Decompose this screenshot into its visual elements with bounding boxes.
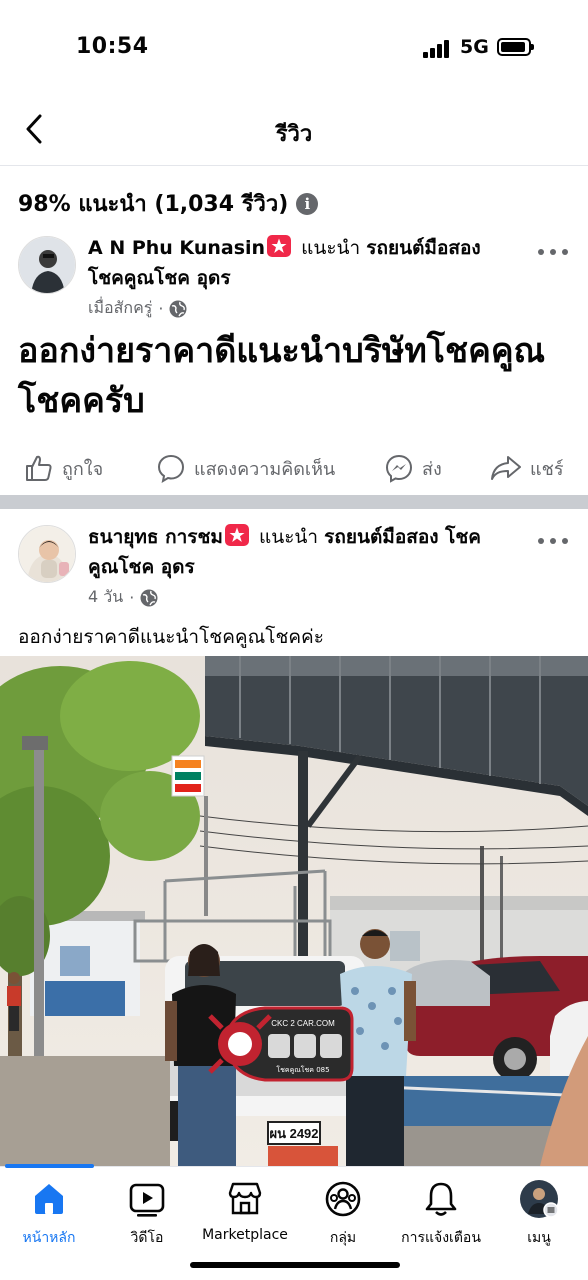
video-icon <box>129 1183 165 1217</box>
page-header: รีวิว <box>0 96 588 166</box>
recommendation-summary: 98% แนะนำ (1,034 รีวิว) i <box>18 186 319 221</box>
review-post: ธนายุทธ การชม แนะนำ รถยนต์มือสอง โชค คูณ… <box>0 509 588 659</box>
like-icon <box>26 455 52 481</box>
comment-label: แสดงความคิดเห็น <box>194 458 336 480</box>
messenger-icon <box>385 454 413 483</box>
nav-video-label: วิดีโอ <box>130 1230 164 1246</box>
share-icon <box>491 456 521 480</box>
groups-icon <box>325 1181 361 1217</box>
nav-menu[interactable]: เมนู <box>489 1179 588 1249</box>
review-photo[interactable]: ผน 2492 CKC 2 CAR.COM โชคคูณโชค 085 <box>0 656 588 1166</box>
signal-icon <box>423 38 453 58</box>
more-options-button[interactable] <box>538 247 568 257</box>
home-icon <box>35 1184 63 1214</box>
summary-text: 98% แนะนำ (1,034 รีวิว) <box>18 192 289 217</box>
nav-home[interactable]: หน้าหลัก <box>0 1179 99 1249</box>
post-meta: เมื่อสักครู่ · <box>88 296 187 321</box>
nav-menu-label: เมนู <box>527 1230 551 1246</box>
author-name[interactable]: ธนายุทธ การชม <box>88 526 223 548</box>
recommend-icon <box>267 235 292 257</box>
nav-video[interactable]: วิดีโอ <box>97 1179 197 1249</box>
battery-icon <box>497 38 534 56</box>
recommend-text: แนะนำ <box>258 526 319 548</box>
review-body: ออกง่ายราคาดีแนะนำโชคคูณโชคค่ะ <box>18 626 324 648</box>
bell-icon <box>425 1182 457 1216</box>
nav-notifications-label: การแจ้งเตือน <box>401 1230 481 1246</box>
network-label: 5G <box>460 36 489 58</box>
page-name[interactable]: รถยนต์มือสอง <box>366 237 480 259</box>
page-name-line2[interactable]: คูณโชค อุดร <box>88 556 195 578</box>
page-name[interactable]: รถยนต์มือสอง โชค <box>324 526 481 548</box>
nav-groups[interactable]: กลุ่ม <box>293 1179 393 1249</box>
recommend-icon <box>224 524 249 546</box>
review-header: A N Phu Kunasin แนะนำ รถยนต์มือสอง โชคคู… <box>88 233 518 293</box>
avatar[interactable] <box>18 236 76 294</box>
author-name[interactable]: A N Phu Kunasin <box>88 237 265 259</box>
comment-icon <box>157 454 185 483</box>
marketplace-icon <box>228 1182 262 1215</box>
info-icon[interactable]: i <box>296 192 319 215</box>
recommend-text: แนะนำ <box>301 237 361 259</box>
page-name-line2[interactable]: โชคคูณโชค อุดร <box>88 267 231 289</box>
nav-notifications[interactable]: การแจ้งเตือน <box>391 1179 491 1249</box>
globe-icon <box>140 589 158 606</box>
status-time: 10:54 <box>76 34 149 59</box>
menu-avatar-icon <box>520 1180 559 1218</box>
status-bar: 10:54 5G <box>0 0 588 96</box>
send-label: ส่ง <box>422 458 442 480</box>
home-indicator <box>190 1262 400 1268</box>
nav-marketplace-label: Marketplace <box>202 1227 288 1243</box>
post-actions: ถูกใจ แสดงความคิดเห็น ส่ง แชร์ <box>0 440 588 496</box>
nav-home-label: หน้าหลัก <box>22 1230 76 1246</box>
review-post: A N Phu Kunasin แนะนำ รถยนต์มือสอง โชคคู… <box>0 230 588 495</box>
nav-groups-label: กลุ่ม <box>329 1230 357 1246</box>
section-divider <box>0 495 588 509</box>
comment-button[interactable]: แสดงความคิดเห็น <box>156 453 335 483</box>
post-time[interactable]: 4 วัน <box>88 585 123 610</box>
post-meta: 4 วัน · <box>88 585 158 610</box>
plate-text: ผน 2492 <box>269 1126 318 1141</box>
like-label: ถูกใจ <box>62 458 104 480</box>
active-tab-indicator <box>5 1164 94 1168</box>
more-options-button[interactable] <box>538 536 568 546</box>
key-subtext: โชคคูณโชค 085 <box>276 1065 329 1074</box>
share-label: แชร์ <box>530 458 564 480</box>
review-body: ออกง่ายราคาดีแนะนำบริษัทโชคคูณโชคครับ <box>18 331 546 421</box>
globe-icon <box>169 300 187 317</box>
share-button[interactable]: แชร์ <box>490 453 564 483</box>
key-sign-text: CKC 2 CAR.COM <box>271 1019 335 1028</box>
page-title: รีวิว <box>275 122 313 147</box>
nav-marketplace[interactable]: Marketplace <box>195 1179 295 1243</box>
avatar[interactable] <box>18 525 76 583</box>
review-header: ธนายุทธ การชม แนะนำ รถยนต์มือสอง โชค คูณ… <box>88 522 518 582</box>
like-button[interactable]: ถูกใจ <box>24 453 103 483</box>
send-button[interactable]: ส่ง <box>384 453 442 483</box>
post-time[interactable]: เมื่อสักครู่ <box>88 296 152 321</box>
